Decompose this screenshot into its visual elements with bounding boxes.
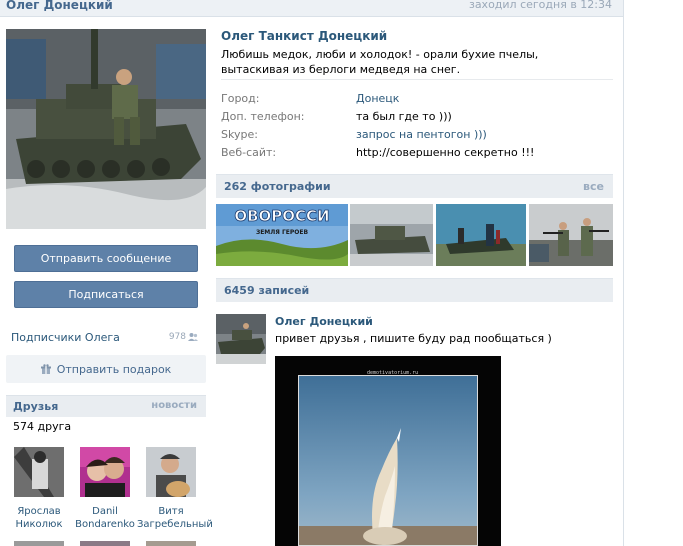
banner-subtitle: ЗЕМЛЯ ГЕРОЕВ — [256, 229, 309, 236]
info-label: Skype: — [221, 128, 258, 141]
friend-first-name[interactable]: Витя — [137, 505, 205, 518]
info-value-skype[interactable]: запрос на пентогон ))) — [356, 128, 487, 141]
info-row-skype: Skype: запрос на пентогон ))) — [221, 128, 613, 146]
friend-avatar[interactable] — [146, 447, 196, 497]
friend-avatar[interactable] — [80, 447, 130, 497]
info-row-website: Веб-сайт: http://совершенно секретно !!! — [221, 146, 613, 164]
friend-avatar[interactable] — [14, 447, 64, 497]
people-icon — [188, 333, 198, 341]
info-value-website: http://совершенно секретно !!! — [356, 146, 535, 159]
friend-first-name[interactable]: Ярослав — [5, 505, 73, 518]
info-row-city: Город: Донецк — [221, 92, 613, 110]
info-row-phone: Доп. телефон: та был где то ))) — [221, 110, 613, 128]
friend-card[interactable]: Danil Bondarenko — [71, 447, 139, 531]
avatar-photo — [6, 29, 206, 229]
profile-status: Любишь медок, люби и холодок! - орали бу… — [221, 48, 539, 76]
friend-card[interactable]: Ярослав Николюк — [5, 447, 73, 531]
photos-all-link[interactable]: все — [583, 180, 604, 193]
info-value-phone: та был где то ))) — [356, 110, 452, 123]
friends-section-header[interactable]: Друзья новости — [6, 395, 206, 417]
friend-avatar-partial[interactable] — [14, 541, 64, 546]
profile-page: Олег Донецкий заходил сегодня в 12:34 От — [0, 0, 624, 546]
friend-first-name[interactable]: Danil — [71, 505, 139, 518]
info-divider — [221, 79, 613, 80]
subscribers-label: Подписчики Олега — [11, 331, 120, 344]
subscribers-row[interactable]: Подписчики Олега 978 — [6, 324, 206, 350]
post-author-name[interactable]: Олег Донецкий — [275, 315, 373, 328]
post-text: привет друзья , пишите буду рад пообщать… — [275, 332, 552, 345]
info-value-city[interactable]: Донецк — [356, 92, 399, 105]
friends-count: 574 друга — [13, 420, 72, 433]
profile-header-bar: Олег Донецкий заходил сегодня в 12:34 — [0, 0, 623, 17]
post-author-avatar[interactable] — [216, 314, 266, 364]
banner-title: ОВОРОССИ — [234, 207, 329, 225]
friend-avatar-partial[interactable] — [146, 541, 196, 546]
info-label: Доп. телефон: — [221, 110, 305, 123]
header-user-name[interactable]: Олег Донецкий — [6, 0, 113, 12]
send-gift-button[interactable]: Отправить подарок — [6, 355, 206, 383]
info-label: Веб-сайт: — [221, 146, 277, 159]
friends-news-link[interactable]: новости — [151, 400, 197, 411]
friend-card[interactable]: Витя Загребельный — [137, 447, 213, 531]
gift-icon — [40, 364, 51, 374]
friend-last-name[interactable]: Николюк — [5, 518, 73, 531]
friend-last-name[interactable]: Загребельный — [137, 518, 213, 531]
photo-thumb[interactable]: ОВОРОССИ ЗЕМЛЯ ГЕРОЕВ — [216, 204, 348, 266]
rocket-launch-picture — [298, 375, 478, 546]
friend-last-name[interactable]: Bondarenko — [71, 518, 139, 531]
profile-avatar[interactable] — [6, 29, 206, 229]
subscribers-count: 978 — [168, 332, 186, 342]
photos-section-header[interactable]: 262 фотографии все — [216, 174, 613, 198]
subscribe-button[interactable]: Подписаться — [14, 281, 198, 308]
profile-full-name: Олег Танкист Донецкий — [221, 29, 388, 43]
post-image[interactable]: demotivatorium.ru — [275, 356, 501, 546]
wall-posts-count[interactable]: 6459 записей — [224, 284, 309, 297]
photos-title[interactable]: 262 фотографии — [224, 180, 331, 193]
info-label: Город: — [221, 92, 260, 105]
friends-title[interactable]: Друзья — [13, 400, 58, 413]
online-status: заходил сегодня в 12:34 — [468, 0, 612, 11]
friend-avatar-partial[interactable] — [80, 541, 130, 546]
photo-thumb[interactable] — [529, 204, 613, 266]
send-message-button[interactable]: Отправить сообщение — [14, 245, 198, 272]
send-gift-label: Отправить подарок — [56, 362, 172, 376]
photo-thumb[interactable] — [350, 204, 433, 266]
wall-section-header[interactable]: 6459 записей — [216, 278, 613, 302]
photo-thumb[interactable] — [436, 204, 526, 266]
